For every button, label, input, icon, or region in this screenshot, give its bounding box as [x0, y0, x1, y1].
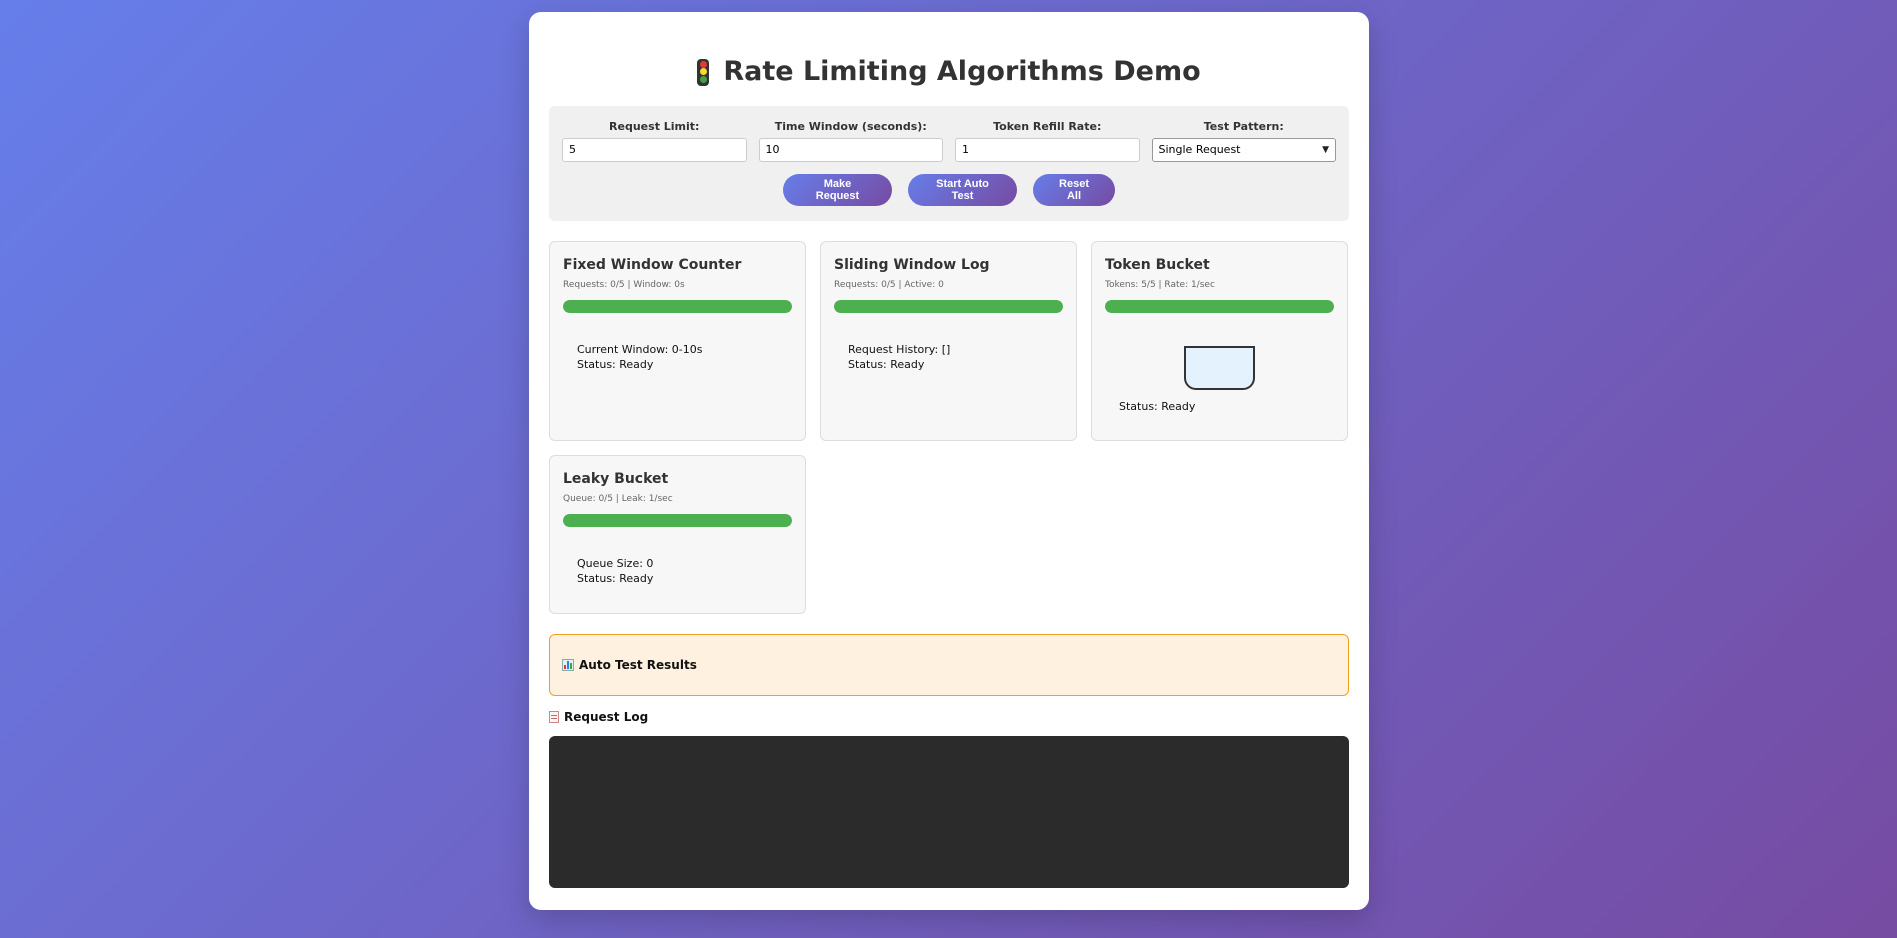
progress-bar: [563, 514, 792, 527]
test-pattern-label: Test Pattern:: [1203, 120, 1284, 133]
page-title: Rate Limiting Algorithms Demo: [549, 52, 1349, 92]
algo-details: Queue Size: 0 Status: Ready: [563, 556, 792, 586]
algo-title: Leaky Bucket: [563, 471, 669, 487]
algo-stats: Queue: 0/5 | Leak: 1/sec: [563, 494, 673, 504]
start-auto-test-button[interactable]: Start Auto Test: [908, 174, 1017, 206]
refill-rate-label: Token Refill Rate:: [993, 120, 1102, 133]
detail-line: Queue Size: 0: [577, 557, 654, 570]
bucket-visual: [1184, 346, 1255, 390]
algo-title: Token Bucket: [1105, 257, 1210, 273]
algo-details: Request History: [] Status: Ready: [834, 342, 1063, 372]
progress-bar: [834, 300, 1063, 313]
status-line: Status: Ready: [1119, 400, 1196, 413]
request-limit-input[interactable]: 5: [562, 138, 747, 162]
progress-bar: [1105, 300, 1334, 313]
reset-all-button[interactable]: Reset All: [1033, 174, 1115, 206]
algo-details: Current Window: 0-10s Status: Ready: [563, 342, 792, 372]
page-title-text: Rate Limiting Algorithms Demo: [723, 56, 1201, 87]
traffic-light-icon: [697, 58, 710, 86]
request-limit-label: Request Limit:: [609, 120, 700, 133]
request-log-title: Request Log: [564, 710, 649, 724]
detail-line: Request History: []: [848, 343, 951, 356]
algo-title: Fixed Window Counter: [563, 257, 742, 273]
progress-fill: [834, 300, 1063, 313]
refill-rate-input[interactable]: 1: [955, 138, 1140, 162]
progress-bar: [563, 300, 792, 313]
status-line: Status: Ready: [577, 572, 654, 585]
bar-chart-icon: [562, 659, 574, 671]
results-title: Auto Test Results: [579, 658, 697, 672]
time-window-input[interactable]: 10: [758, 138, 943, 162]
time-window-group: Time Window (seconds): 10: [758, 119, 943, 162]
time-window-label: Time Window (seconds):: [774, 120, 927, 133]
chevron-down-icon: ▼: [1322, 145, 1329, 155]
algo-stats: Requests: 0/5 | Window: 0s: [563, 280, 685, 290]
memo-icon: [549, 711, 559, 723]
algorithm-grid: Fixed Window Counter Requests: 0/5 | Win…: [549, 241, 1349, 614]
sliding-window-card: Sliding Window Log Requests: 0/5 | Activ…: [820, 241, 1077, 441]
fixed-window-card: Fixed Window Counter Requests: 0/5 | Win…: [549, 241, 806, 441]
request-log-heading: Request Log: [549, 708, 1349, 726]
app-container: Rate Limiting Algorithms Demo Request Li…: [529, 12, 1369, 910]
test-pattern-value: Single Request: [1158, 143, 1241, 156]
token-bucket-card: Token Bucket Tokens: 5/5 | Rate: 1/sec S…: [1091, 241, 1348, 441]
auto-test-results: Auto Test Results: [549, 634, 1349, 696]
request-limit-group: Request Limit: 5: [562, 119, 747, 162]
progress-fill: [1105, 300, 1334, 313]
controls-panel: Request Limit: 5 Time Window (seconds): …: [549, 106, 1349, 221]
make-request-button[interactable]: Make Request: [783, 174, 892, 206]
algo-stats: Tokens: 5/5 | Rate: 1/sec: [1105, 280, 1215, 290]
progress-fill: [563, 514, 792, 527]
test-pattern-select[interactable]: Single Request ▼: [1151, 138, 1336, 162]
algo-stats: Requests: 0/5 | Active: 0: [834, 280, 944, 290]
progress-fill: [563, 300, 792, 313]
status-line: Status: Ready: [577, 358, 654, 371]
detail-line: Current Window: 0-10s: [577, 343, 703, 356]
leaky-bucket-card: Leaky Bucket Queue: 0/5 | Leak: 1/sec Qu…: [549, 455, 806, 614]
status-line: Status: Ready: [848, 358, 925, 371]
algo-title: Sliding Window Log: [834, 257, 990, 273]
refill-rate-group: Token Refill Rate: 1: [955, 119, 1140, 162]
request-log-panel[interactable]: [549, 736, 1349, 888]
test-pattern-group: Test Pattern: Single Request ▼: [1151, 119, 1336, 162]
